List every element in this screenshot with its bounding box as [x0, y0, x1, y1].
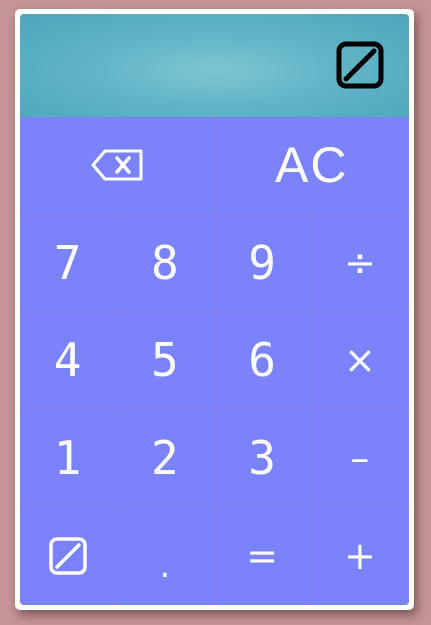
digit-5-button[interactable]: 5	[117, 312, 215, 410]
backspace-button[interactable]	[20, 117, 215, 215]
digit-2-button[interactable]: 2	[117, 409, 215, 508]
equals-button[interactable]: =	[214, 507, 312, 605]
digit-8-button[interactable]: 8	[117, 214, 215, 313]
digit-7-label: 7	[53, 235, 83, 290]
decimal-label: .	[159, 546, 172, 587]
digit-6-button[interactable]: 6	[214, 312, 312, 410]
null-sign-icon	[335, 40, 385, 90]
digit-1-button[interactable]: 1	[20, 409, 118, 508]
keypad: AC 7 8 9 ÷ 4 5 6 × 1 2 3 – . = +	[20, 117, 409, 605]
add-button[interactable]: +	[311, 507, 409, 605]
decimal-button[interactable]: .	[117, 507, 215, 605]
multiply-button[interactable]: ×	[311, 312, 409, 410]
null-button[interactable]	[20, 507, 118, 605]
null-sign-icon	[48, 536, 88, 576]
digit-5-label: 5	[151, 333, 180, 388]
equals-label: =	[246, 534, 280, 579]
display-panel	[20, 14, 409, 117]
digit-3-button[interactable]: 3	[214, 409, 312, 508]
all-clear-button[interactable]: AC	[214, 117, 409, 215]
digit-1-label: 1	[53, 431, 83, 486]
digit-8-label: 8	[151, 235, 180, 290]
all-clear-label: AC	[275, 137, 349, 194]
digit-4-label: 4	[53, 333, 83, 388]
backspace-icon	[90, 147, 144, 183]
divide-button[interactable]: ÷	[311, 214, 409, 313]
divide-label: ÷	[343, 240, 377, 285]
calculator: AC 7 8 9 ÷ 4 5 6 × 1 2 3 – . = +	[15, 9, 414, 610]
multiply-label: ×	[343, 338, 377, 383]
digit-4-button[interactable]: 4	[20, 312, 118, 410]
digit-2-label: 2	[151, 431, 180, 486]
digit-6-label: 6	[248, 333, 277, 388]
digit-7-button[interactable]: 7	[20, 214, 118, 313]
add-label: +	[343, 534, 377, 579]
subtract-button[interactable]: –	[311, 409, 409, 508]
digit-9-button[interactable]: 9	[214, 214, 312, 313]
subtract-label: –	[350, 436, 371, 481]
digit-3-label: 3	[248, 431, 277, 486]
digit-9-label: 9	[248, 235, 277, 290]
